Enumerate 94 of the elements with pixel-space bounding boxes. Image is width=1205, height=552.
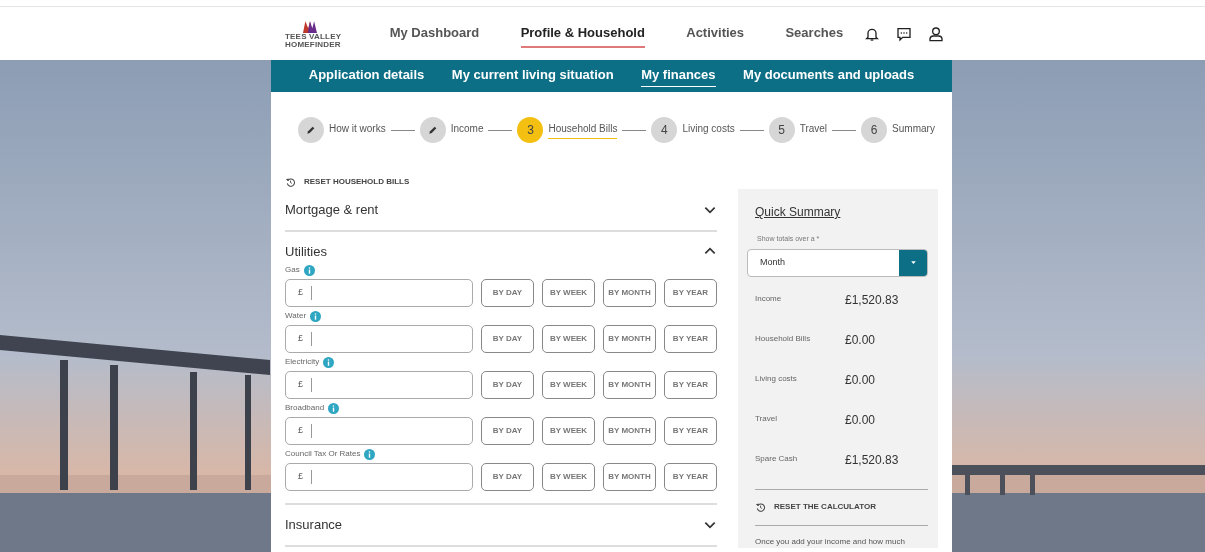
period-button[interactable]: BY DAY: [481, 325, 534, 353]
step-label: Household Bills: [548, 121, 618, 139]
info-icon[interactable]: [303, 264, 315, 276]
subnav-link[interactable]: My current living situation: [451, 65, 614, 87]
nav-link[interactable]: My Dashboard: [389, 18, 480, 49]
summary-value: £0.00: [845, 331, 876, 349]
step-circle[interactable]: 4: [651, 117, 678, 143]
section-header[interactable]: Insurance: [285, 515, 717, 535]
step-circle[interactable]: 6: [861, 117, 888, 143]
logo-text: TEES VALLEY: [285, 32, 342, 41]
step-label: Living costs: [682, 122, 735, 136]
summary-value: £1,520.83: [845, 291, 899, 309]
field-label: Broadband: [285, 402, 325, 414]
currency-prefix: £: [298, 470, 303, 484]
step-circle[interactable]: [419, 117, 446, 143]
period-button[interactable]: BY MONTH: [603, 417, 656, 445]
reset-link[interactable]: RESET HOUSEHOLD BILLS: [304, 176, 410, 188]
info-icon[interactable]: [328, 402, 340, 414]
select-value: Month: [759, 255, 786, 269]
logo-text: HOMEFINDER: [285, 40, 341, 49]
period-button[interactable]: BY WEEK: [542, 279, 595, 307]
subnav-link[interactable]: My finances: [641, 65, 716, 87]
currency-prefix: £: [298, 424, 303, 438]
summary-label: Household Bills: [755, 332, 812, 345]
step-circle[interactable]: [298, 117, 324, 143]
summary-label: Income: [755, 292, 783, 305]
period-button[interactable]: BY WEEK: [542, 463, 595, 491]
section-header[interactable]: Utilities: [285, 241, 717, 261]
period-button[interactable]: BY YEAR: [664, 463, 717, 491]
nav-link[interactable]: Profile & Household: [520, 18, 645, 49]
summary-value: £1,520.83: [845, 451, 899, 469]
period-button[interactable]: BY DAY: [481, 371, 534, 399]
summary-value: £0.00: [845, 411, 876, 429]
pencil-icon: [306, 125, 316, 135]
period-button[interactable]: BY YEAR: [664, 279, 717, 307]
period-button[interactable]: BY DAY: [481, 279, 534, 307]
reset-icon: [755, 501, 766, 513]
period-button[interactable]: BY DAY: [481, 417, 534, 445]
user-icon[interactable]: [928, 25, 944, 42]
note-text: Once you add your income and how much: [755, 535, 906, 548]
nav-link[interactable]: Searches: [785, 18, 844, 49]
summary-title: Quick Summary: [755, 204, 842, 221]
text-cursor: [311, 286, 312, 300]
text-cursor: [311, 332, 312, 346]
step-circle[interactable]: 3: [517, 117, 544, 143]
field-label: Water: [285, 310, 307, 322]
dropdown-button[interactable]: [899, 249, 927, 276]
period-button[interactable]: BY WEEK: [542, 371, 595, 399]
summary-label: Travel: [755, 412, 778, 425]
step-label: Income: [450, 122, 484, 136]
summary-value: £0.00: [845, 371, 876, 389]
chat-icon[interactable]: [896, 25, 912, 42]
reset-link[interactable]: RESET THE CALCULATOR: [774, 501, 876, 513]
info-icon[interactable]: [364, 448, 376, 460]
step-label: How it works: [329, 122, 386, 136]
field-label: Gas: [285, 264, 300, 276]
subnav-link[interactable]: My documents and uploads: [743, 65, 915, 87]
summary-label: Spare Cash: [755, 452, 799, 465]
step-label: Summary: [892, 122, 935, 136]
text-cursor: [311, 424, 312, 438]
section-header[interactable]: Mortgage & rent: [285, 200, 717, 220]
subnav-link[interactable]: Application details: [308, 65, 425, 87]
step-circle[interactable]: 5: [768, 117, 795, 143]
info-icon[interactable]: [323, 356, 335, 368]
caret-icon: [909, 259, 917, 266]
text-cursor: [311, 470, 312, 484]
field-label: Electricity: [285, 356, 320, 368]
input-field[interactable]: £: [285, 279, 473, 307]
period-button[interactable]: BY WEEK: [542, 417, 595, 445]
input-field[interactable]: £: [285, 463, 473, 491]
period-button[interactable]: BY YEAR: [664, 325, 717, 353]
currency-prefix: £: [298, 378, 303, 392]
period-button[interactable]: BY YEAR: [664, 371, 717, 399]
period-button[interactable]: BY DAY: [481, 463, 534, 491]
input-field[interactable]: £: [285, 417, 473, 445]
nav-link[interactable]: Activities: [686, 18, 745, 49]
period-button[interactable]: BY MONTH: [603, 463, 656, 491]
period-button[interactable]: BY MONTH: [603, 279, 656, 307]
pencil-icon: [427, 125, 438, 135]
text-cursor: [311, 378, 312, 392]
period-button[interactable]: BY MONTH: [603, 371, 656, 399]
input-field[interactable]: £: [285, 325, 473, 353]
info-icon[interactable]: [310, 310, 322, 322]
period-button[interactable]: BY YEAR: [664, 417, 717, 445]
currency-prefix: £: [298, 286, 303, 300]
period-button[interactable]: BY WEEK: [542, 325, 595, 353]
input-field[interactable]: £: [285, 371, 473, 399]
reset-icon: [285, 176, 296, 188]
field-label: Council Tax Or Rates: [285, 448, 361, 460]
period-button[interactable]: BY MONTH: [603, 325, 656, 353]
summary-label: Living costs: [755, 372, 798, 385]
step-label: Travel: [799, 122, 828, 136]
select-field[interactable]: Month: [747, 248, 928, 277]
currency-prefix: £: [298, 332, 303, 346]
